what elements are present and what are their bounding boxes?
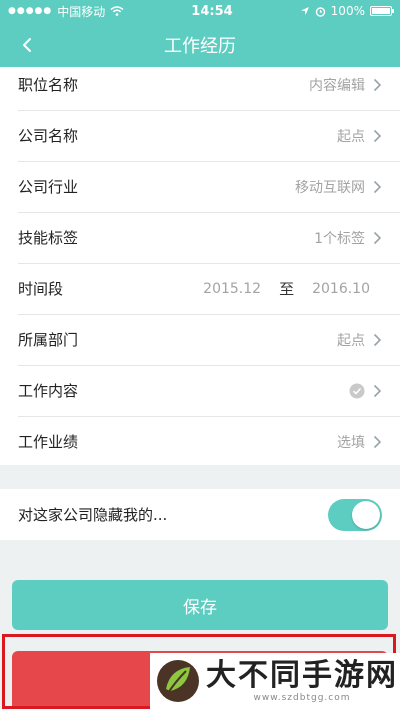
- chevron-right-icon: [373, 129, 382, 142]
- row-achievements[interactable]: 工作业绩 选填: [0, 416, 400, 467]
- wifi-icon: [110, 6, 124, 16]
- toggle-knob: [352, 500, 380, 529]
- company-name-label: 公司名称: [18, 127, 79, 145]
- row-skill-tags[interactable]: 技能标签 1个标签: [0, 212, 400, 263]
- start-date-value[interactable]: 2015.12: [203, 281, 261, 297]
- battery-percent: 100%: [330, 4, 365, 18]
- watermark-text: 大不同手游网: [206, 658, 398, 693]
- company-name-value: 起点: [337, 128, 365, 145]
- watermark-url: www.szdbtgg.com: [253, 693, 351, 703]
- achievements-value: 选填: [337, 434, 365, 451]
- work-experience-form: 职位名称 内容编辑 公司名称 起点 公司行业 移动互联网 技能标签 1个标签 时…: [0, 67, 400, 465]
- status-time: 14:54: [191, 3, 233, 19]
- chevron-right-icon: [373, 384, 382, 397]
- save-button[interactable]: 保存: [12, 580, 388, 630]
- department-label: 所属部门: [18, 331, 79, 349]
- battery-icon: [369, 6, 394, 16]
- job-title-value: 内容编辑: [309, 77, 365, 94]
- alarm-icon: [315, 6, 325, 17]
- status-bar: ●●●●● 中国移动 14:54 100%: [0, 0, 400, 22]
- skill-tags-value: 1个标签: [314, 230, 365, 247]
- achievements-label: 工作业绩: [18, 433, 79, 451]
- status-right: 100%: [300, 4, 394, 18]
- back-arrow-icon: [23, 37, 31, 52]
- work-content-label: 工作内容: [18, 382, 79, 400]
- industry-label: 公司行业: [18, 178, 79, 196]
- row-time-period[interactable]: 时间段 2015.12 至 2016.10: [0, 263, 400, 314]
- department-value: 起点: [337, 332, 365, 349]
- hide-from-company-label: 对这家公司隐藏我的...: [18, 506, 168, 524]
- row-job-title[interactable]: 职位名称 内容编辑: [0, 59, 400, 110]
- time-period-label: 时间段: [18, 280, 64, 298]
- status-left: ●●●●● 中国移动: [8, 3, 124, 20]
- location-icon: [300, 7, 309, 15]
- job-title-label: 职位名称: [18, 76, 79, 94]
- skill-tags-label: 技能标签: [18, 229, 79, 247]
- section-gap: [0, 465, 400, 489]
- watermark: 大不同手游网 www.szdbtgg.com: [150, 653, 400, 709]
- date-separator: 至: [279, 280, 295, 298]
- chevron-right-icon: [373, 78, 382, 91]
- carrier-label: 中国移动: [57, 4, 106, 19]
- leaf-logo-icon: [157, 660, 199, 702]
- row-department[interactable]: 所属部门 起点: [0, 314, 400, 365]
- page-title: 工作经历: [164, 35, 236, 57]
- end-date-value[interactable]: 2016.10: [312, 281, 370, 297]
- row-work-content[interactable]: 工作内容: [0, 365, 400, 416]
- signal-icon: ●●●●●: [8, 6, 53, 16]
- chevron-right-icon: [373, 333, 382, 346]
- hide-from-company-toggle[interactable]: [328, 498, 382, 531]
- check-circle-icon: [349, 383, 365, 398]
- industry-value: 移动互联网: [295, 179, 365, 196]
- row-hide-from-company: 对这家公司隐藏我的...: [0, 489, 400, 540]
- row-industry[interactable]: 公司行业 移动互联网: [0, 161, 400, 212]
- row-company-name[interactable]: 公司名称 起点: [0, 110, 400, 161]
- chevron-right-icon: [373, 180, 382, 193]
- chevron-right-icon: [373, 231, 382, 244]
- chevron-right-icon: [373, 435, 382, 448]
